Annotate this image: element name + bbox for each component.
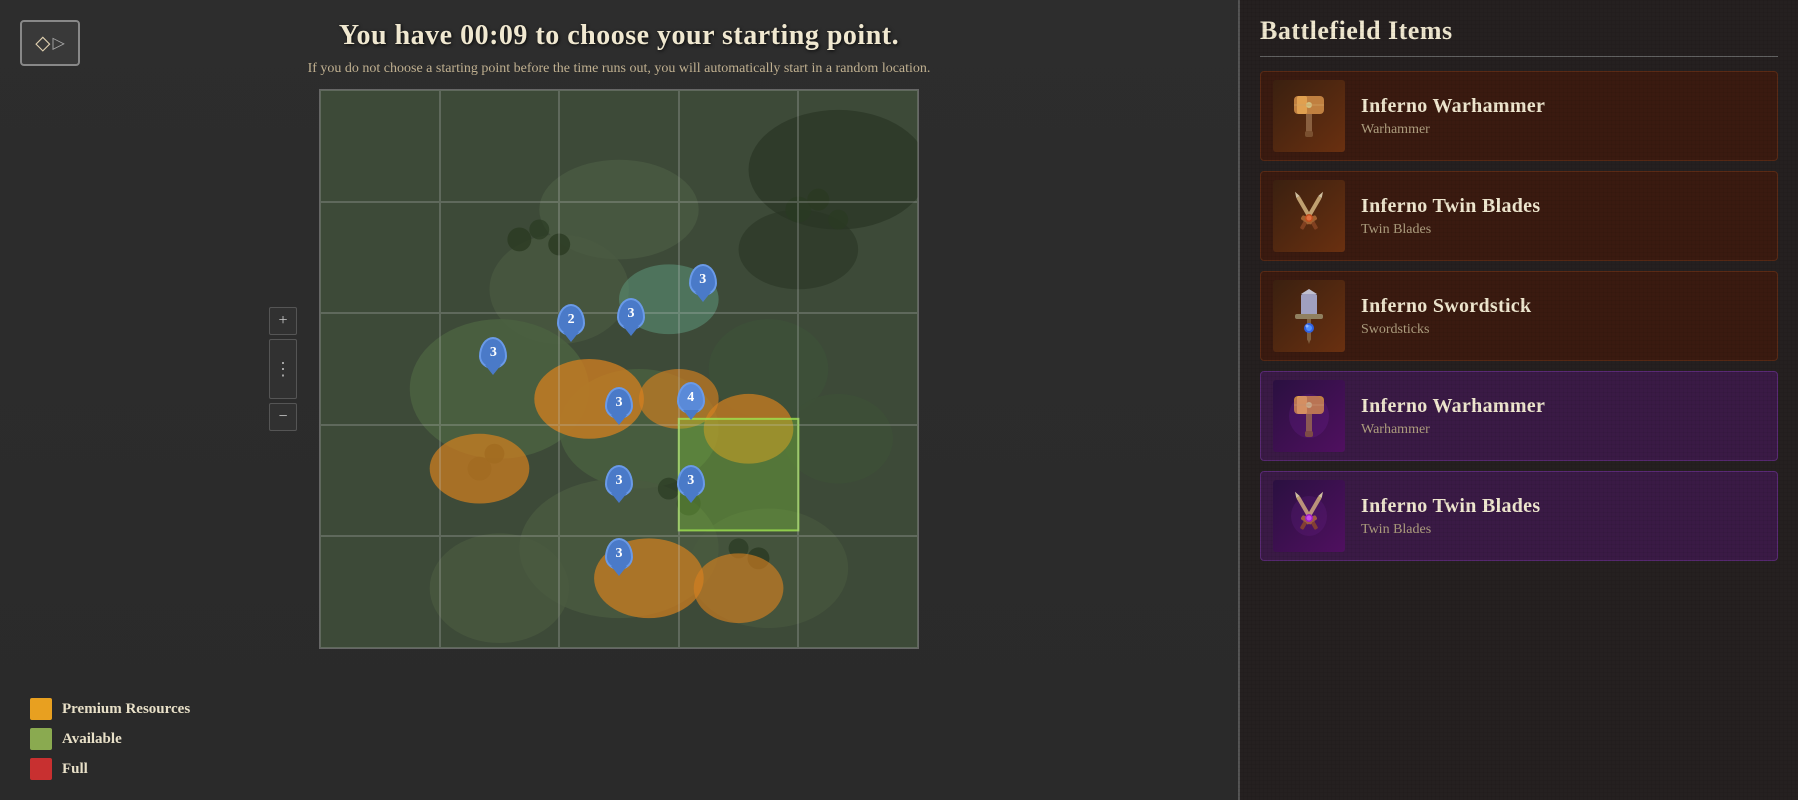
legend-full-label: Full: [62, 761, 88, 778]
item-name-4: Inferno Warhammer: [1361, 395, 1545, 418]
legend-full: Full: [30, 758, 190, 780]
pin-body: 3: [605, 538, 633, 570]
twin-blades-purple-icon: [1279, 486, 1339, 546]
item-name-3: Inferno Swordstick: [1361, 295, 1531, 318]
pin-body: 3: [479, 337, 507, 369]
item-icon-box-2: [1273, 180, 1345, 252]
pin-body: 3: [617, 298, 645, 330]
map-wrapper: + −: [319, 89, 919, 649]
pin-body: 4: [677, 382, 705, 414]
item-name-2: Inferno Twin Blades: [1361, 195, 1540, 218]
right-panel: Battlefield Items Inferno Warhammer Warh…: [1238, 0, 1798, 800]
pin-body: 3: [689, 264, 717, 296]
warhammer-icon: [1279, 86, 1339, 146]
item-card-3[interactable]: Inferno Swordstick Swordsticks: [1260, 271, 1778, 361]
pin-body: 2: [557, 304, 585, 336]
pin-body: 3: [605, 387, 633, 419]
swordstick-icon: [1279, 286, 1339, 346]
item-type-4: Warhammer: [1361, 422, 1545, 438]
map-pin-8[interactable]: 3: [677, 465, 705, 497]
zoom-slider[interactable]: [269, 339, 297, 399]
item-name-5: Inferno Twin Blades: [1361, 495, 1540, 518]
map-pin-2[interactable]: 2: [557, 304, 585, 336]
item-type-1: Warhammer: [1361, 122, 1545, 138]
item-card-4[interactable]: Inferno Warhammer Warhammer: [1260, 371, 1778, 461]
sidebar-title: Battlefield Items: [1260, 16, 1778, 57]
header-section: You have 00:09 to choose your starting p…: [248, 20, 991, 79]
subtitle-text: If you do not choose a starting point be…: [308, 58, 931, 79]
twin-blades-icon: [1279, 186, 1339, 246]
main-layout: ⬦ ▷ You have 00:09 to choose your starti…: [0, 0, 1798, 800]
item-type-5: Twin Blades: [1361, 522, 1540, 538]
item-icon-box-1: [1273, 80, 1345, 152]
map-pin-1[interactable]: 3: [479, 337, 507, 369]
map-pin-4[interactable]: 3: [689, 264, 717, 296]
map-container[interactable]: 3 2 3 3 3 4: [319, 89, 919, 649]
item-icon-box-4: [1273, 380, 1345, 452]
item-type-3: Swordsticks: [1361, 322, 1531, 338]
item-info-2: Inferno Twin Blades Twin Blades: [1361, 195, 1540, 238]
item-card-2[interactable]: Inferno Twin Blades Twin Blades: [1260, 171, 1778, 261]
map-pin-6[interactable]: 4: [677, 382, 705, 414]
item-type-2: Twin Blades: [1361, 222, 1540, 238]
map-pin-5[interactable]: 3: [605, 387, 633, 419]
item-info-3: Inferno Swordstick Swordsticks: [1361, 295, 1531, 338]
item-info-1: Inferno Warhammer Warhammer: [1361, 95, 1545, 138]
item-card-1[interactable]: Inferno Warhammer Warhammer: [1260, 71, 1778, 161]
item-info-4: Inferno Warhammer Warhammer: [1361, 395, 1545, 438]
map-legend: Premium Resources Available Full: [30, 698, 190, 780]
item-card-5[interactable]: Inferno Twin Blades Twin Blades: [1260, 471, 1778, 561]
legend-available: Available: [30, 728, 190, 750]
item-name-1: Inferno Warhammer: [1361, 95, 1545, 118]
legend-available-label: Available: [62, 731, 122, 748]
warhammer-purple-icon: [1279, 386, 1339, 446]
map-pin-9[interactable]: 3: [605, 538, 633, 570]
forward-arrow-icon: ▷: [53, 33, 65, 53]
legend-premium-label: Premium Resources: [62, 701, 190, 718]
zoom-controls: + −: [269, 307, 297, 431]
legend-premium: Premium Resources: [30, 698, 190, 720]
pin-body: 3: [677, 465, 705, 497]
zoom-in-button[interactable]: +: [269, 307, 297, 335]
back-arrow-icon: ⬦: [35, 30, 50, 56]
legend-full-color: [30, 758, 52, 780]
back-button[interactable]: ⬦ ▷: [20, 20, 80, 66]
legend-premium-color: [30, 698, 52, 720]
item-icon-box-3: [1273, 280, 1345, 352]
map-pin-3[interactable]: 3: [617, 298, 645, 330]
left-panel: ⬦ ▷ You have 00:09 to choose your starti…: [0, 0, 1238, 800]
item-icon-box-5: [1273, 480, 1345, 552]
timer-text: You have 00:09 to choose your starting p…: [308, 20, 931, 52]
legend-available-color: [30, 728, 52, 750]
map-pin-7[interactable]: 3: [605, 465, 633, 497]
item-info-5: Inferno Twin Blades Twin Blades: [1361, 495, 1540, 538]
zoom-out-button[interactable]: −: [269, 403, 297, 431]
pin-body: 3: [605, 465, 633, 497]
